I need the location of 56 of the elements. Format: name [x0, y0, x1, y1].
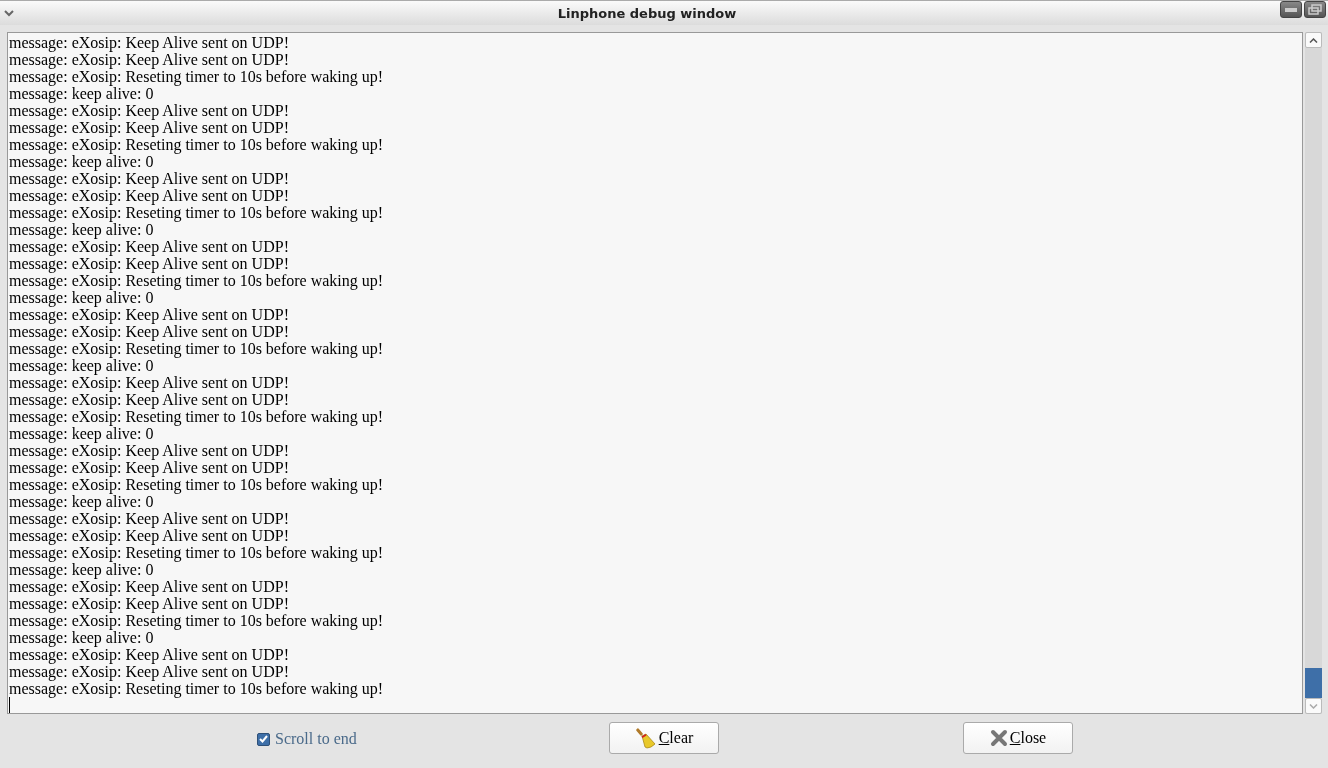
- log-line: message: keep alive: 0: [9, 629, 154, 646]
- log-line: message: keep alive: 0: [9, 425, 154, 442]
- log-line: message: eXosip: Keep Alive sent on UDP!: [9, 663, 290, 680]
- log-line: message: eXosip: Reseting timer to 10s before waking up!: [9, 204, 385, 221]
- log-line: message: keep alive: 0: [9, 85, 154, 102]
- restore-icon: [1308, 4, 1322, 15]
- close-button[interactable]: Close: [963, 722, 1073, 754]
- scrollbar-thumb[interactable]: [1305, 668, 1322, 698]
- clear-button[interactable]: Clear: [609, 722, 719, 754]
- window-title: Linphone debug window: [556, 5, 738, 21]
- log-line: message: eXosip: Reseting timer to 10s before waking up!: [9, 136, 385, 153]
- log-line: message: eXosip: Keep Alive sent on UDP!: [9, 238, 290, 255]
- broom-icon: [634, 727, 657, 749]
- log-line: message: eXosip: Keep Alive sent on UDP!: [9, 102, 290, 119]
- log-line: message: eXosip: Keep Alive sent on UDP!: [9, 170, 290, 187]
- log-line: message: eXosip: Reseting timer to 10s before waking up!: [9, 340, 385, 357]
- log-line: message: keep alive: 0: [9, 493, 154, 510]
- log-line: message: eXosip: Keep Alive sent on UDP!: [9, 119, 290, 136]
- maximize-button[interactable]: [1304, 1, 1326, 18]
- log-line: message: eXosip: Reseting timer to 10s before waking up!: [9, 272, 385, 289]
- log-line: message: eXosip: Keep Alive sent on UDP!: [9, 646, 290, 663]
- log-text-area[interactable]: [7, 32, 1303, 714]
- close-icon: [989, 729, 1008, 747]
- log-line: message: eXosip: Reseting timer to 10s before waking up!: [9, 68, 385, 85]
- log-line: message: eXosip: Keep Alive sent on UDP!: [9, 51, 290, 68]
- log-line: message: keep alive: 0: [9, 221, 154, 238]
- log-line: message: eXosip: Keep Alive sent on UDP!: [9, 527, 290, 544]
- log-line: message: eXosip: Keep Alive sent on UDP!: [9, 595, 290, 612]
- text-cursor: [9, 697, 10, 713]
- log-line: message: eXosip: Keep Alive sent on UDP!: [9, 510, 290, 527]
- log-line: message: keep alive: 0: [9, 289, 154, 306]
- log-line: message: eXosip: Reseting timer to 10s before waking up!: [9, 612, 385, 629]
- scrollbar[interactable]: [1305, 32, 1322, 714]
- log-line: message: eXosip: Keep Alive sent on UDP!: [9, 442, 290, 459]
- log-line: message: eXosip: Keep Alive sent on UDP!: [9, 391, 290, 408]
- checkbox-label[interactable]: Scroll to end: [275, 730, 357, 748]
- log-line: message: eXosip: Keep Alive sent on UDP!: [9, 34, 290, 51]
- scroll-up-button[interactable]: [1305, 32, 1322, 48]
- minimize-icon: [1285, 7, 1297, 12]
- log-line: message: keep alive: 0: [9, 357, 154, 374]
- checkbox[interactable]: [257, 732, 270, 746]
- chevron-icon[interactable]: [4, 9, 14, 17]
- log-line: message: eXosip: Keep Alive sent on UDP!: [9, 323, 290, 340]
- log-line: message: eXosip: Reseting timer to 10s before waking up!: [9, 408, 385, 425]
- log-line: message: eXosip: Keep Alive sent on UDP!: [9, 459, 290, 476]
- log-line: message: eXosip: Keep Alive sent on UDP!: [9, 255, 290, 272]
- log-line: message: keep alive: 0: [9, 561, 154, 578]
- log-line: message: eXosip: Keep Alive sent on UDP!: [9, 578, 290, 595]
- log-line: message: keep alive: 0: [9, 153, 154, 170]
- log-line: message: eXosip: Reseting timer to 10s before waking up!: [9, 544, 385, 561]
- log-line: message: eXosip: Keep Alive sent on UDP!: [9, 187, 290, 204]
- log-line: message: eXosip: Keep Alive sent on UDP!: [9, 374, 290, 391]
- log-line: message: eXosip: Reseting timer to 10s before waking up!: [9, 680, 385, 697]
- minimize-button[interactable]: [1280, 1, 1302, 18]
- log-line: message: eXosip: Keep Alive sent on UDP!: [9, 306, 290, 323]
- log-line: message: eXosip: Reseting timer to 10s before waking up!: [9, 476, 385, 493]
